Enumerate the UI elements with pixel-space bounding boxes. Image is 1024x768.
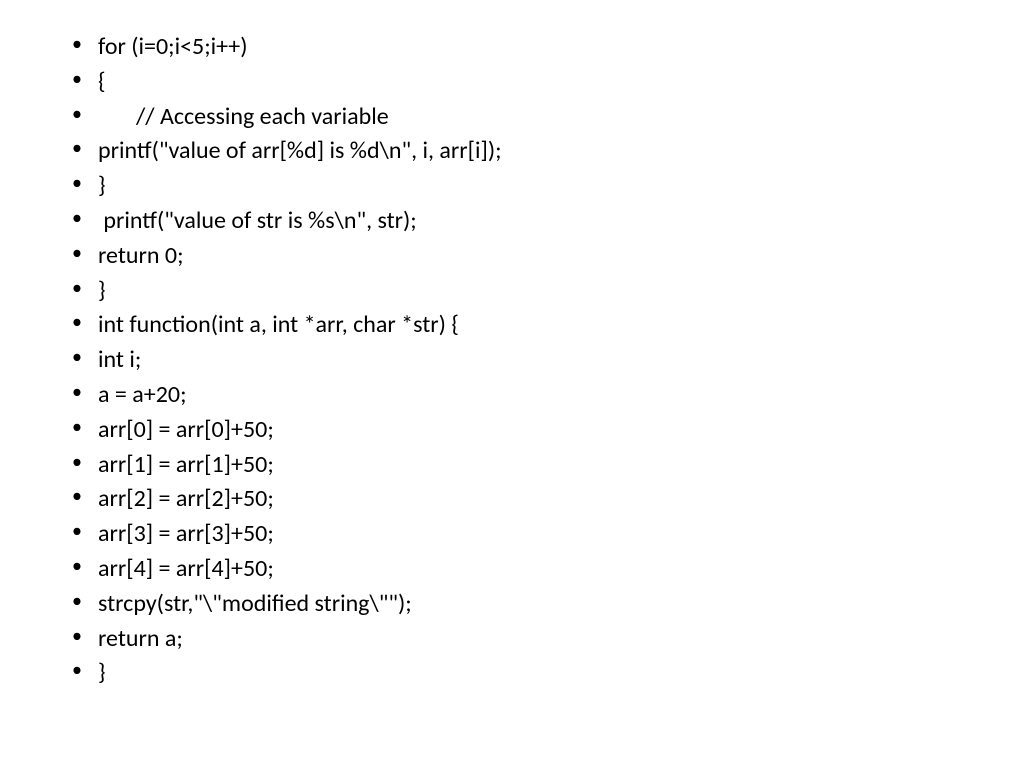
list-item: arr[2] = arr[2]+50; — [50, 482, 974, 517]
list-item: int function(int a, int *arr, char *str)… — [50, 308, 974, 343]
code-line: arr[3] = arr[3]+50; — [98, 519, 274, 548]
code-line: } — [98, 171, 106, 200]
code-line: printf("value of str is %s\n", str); — [98, 206, 417, 235]
code-line: arr[0] = arr[0]+50; — [98, 415, 274, 444]
list-item: } — [50, 656, 974, 691]
list-item: return 0; — [50, 239, 974, 274]
code-line: for (i=0;i<5;i++) — [98, 32, 248, 61]
list-item: return a; — [50, 622, 974, 657]
code-line: arr[4] = arr[4]+50; — [98, 554, 274, 583]
list-item: for (i=0;i<5;i++) — [50, 30, 974, 65]
list-item: // Accessing each variable — [50, 100, 974, 135]
code-line: { — [98, 67, 106, 96]
list-item: a = a+20; — [50, 378, 974, 413]
code-line: } — [98, 658, 106, 687]
list-item: { — [50, 65, 974, 100]
list-item: arr[0] = arr[0]+50; — [50, 413, 974, 448]
code-line: return 0; — [98, 241, 184, 270]
code-line: strcpy(str,"\"modified string\""); — [98, 589, 412, 618]
code-line: } — [98, 276, 106, 305]
list-item: arr[1] = arr[1]+50; — [50, 448, 974, 483]
list-item: printf("value of arr[%d] is %d\n", i, ar… — [50, 134, 974, 169]
list-item: } — [50, 169, 974, 204]
list-item: printf("value of str is %s\n", str); — [50, 204, 974, 239]
code-line: arr[2] = arr[2]+50; — [98, 484, 274, 513]
list-item: strcpy(str,"\"modified string\""); — [50, 587, 974, 622]
code-line: printf("value of arr[%d] is %d\n", i, ar… — [98, 136, 502, 165]
code-line: int function(int a, int *arr, char *str)… — [98, 310, 459, 339]
list-item: int i; — [50, 343, 974, 378]
code-list: for (i=0;i<5;i++) { // Accessing each va… — [50, 30, 974, 691]
code-line: arr[1] = arr[1]+50; — [98, 450, 274, 479]
code-line: return a; — [98, 624, 183, 653]
list-item: arr[4] = arr[4]+50; — [50, 552, 974, 587]
code-line: int i; — [98, 345, 141, 374]
code-line: a = a+20; — [98, 380, 187, 409]
list-item: arr[3] = arr[3]+50; — [50, 517, 974, 552]
list-item: } — [50, 274, 974, 309]
code-line: // Accessing each variable — [98, 102, 389, 131]
